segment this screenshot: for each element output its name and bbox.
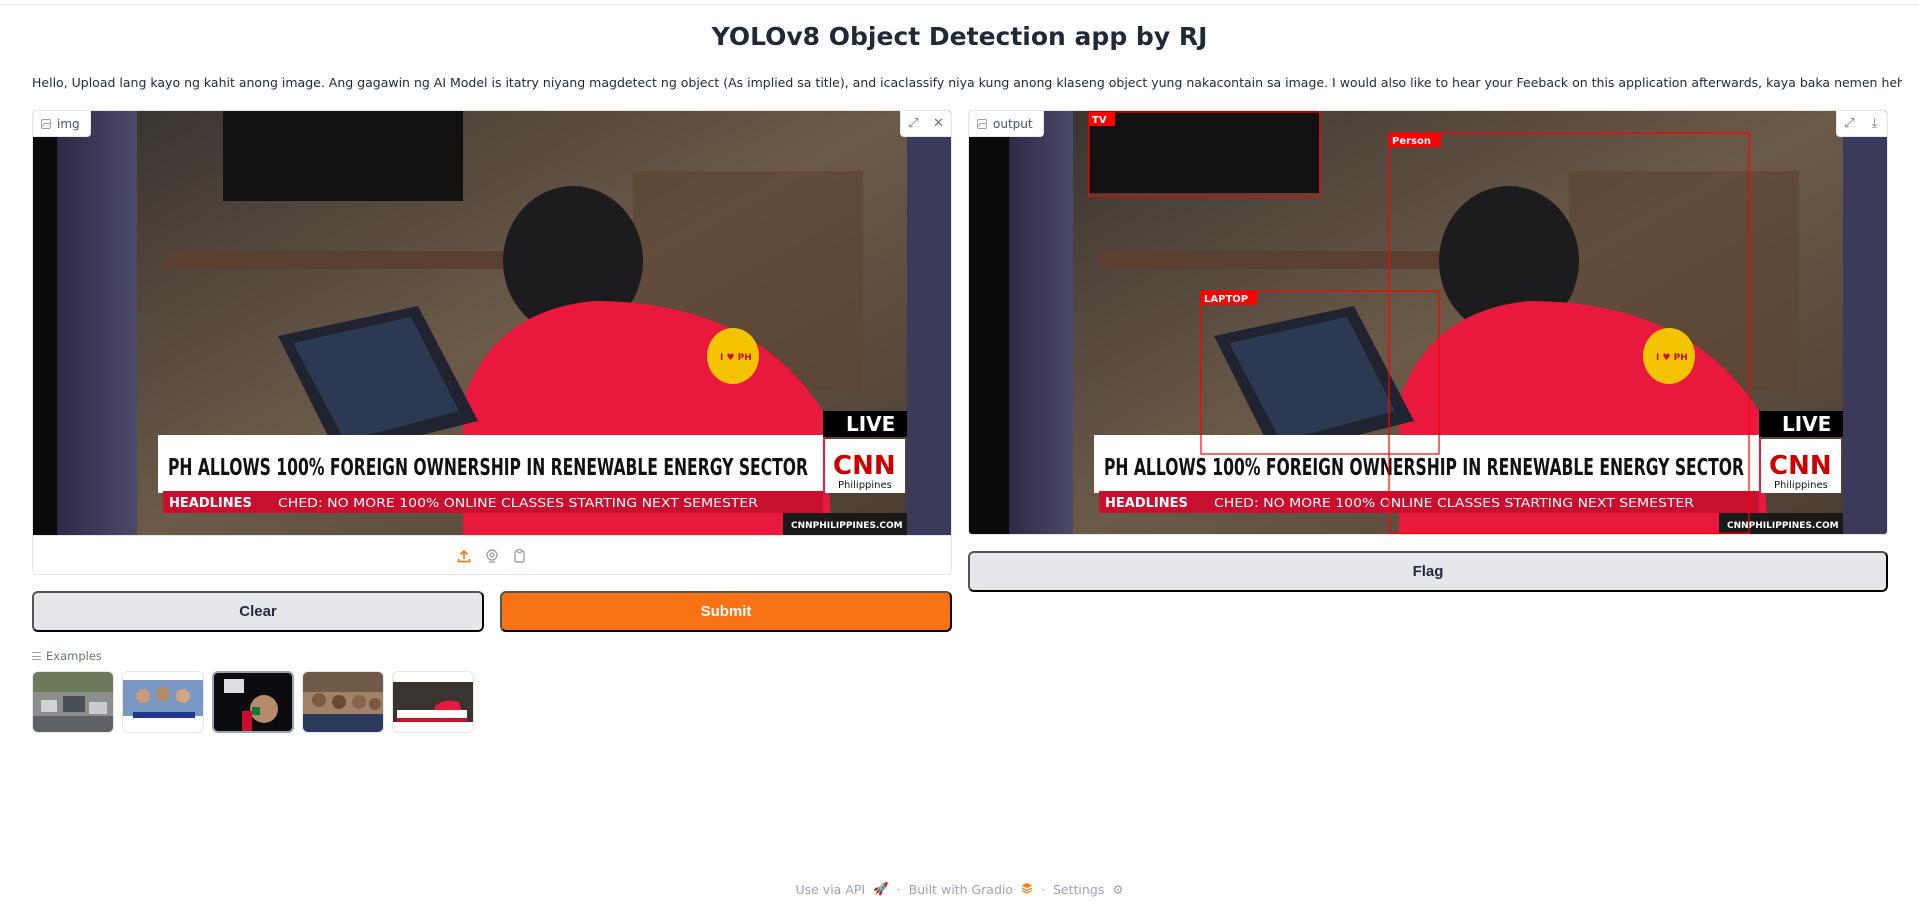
- input-label: img: [33, 111, 91, 137]
- svg-text:Person: Person: [1392, 136, 1431, 147]
- cnn-logo-text: CNN: [1769, 451, 1832, 481]
- svg-text:LAPTOP: LAPTOP: [1204, 294, 1248, 305]
- submit-button[interactable]: Submit: [500, 591, 952, 632]
- brand-sub-text: Philippines: [1774, 480, 1828, 491]
- example-thumbnail[interactable]: [32, 671, 114, 733]
- brand-sub-text: Philippines: [838, 480, 892, 491]
- app-description: Hello, Upload lang kayo ng kahit anong i…: [32, 75, 1902, 90]
- page-title: YOLOv8 Object Detection app by RJ: [711, 22, 1208, 51]
- output-label: output: [969, 111, 1044, 137]
- api-link[interactable]: Use via API: [795, 882, 865, 897]
- list-icon: [32, 652, 41, 660]
- ticker-tag-text: HEADLINES: [169, 496, 252, 511]
- rocket-icon: 🚀: [873, 881, 889, 896]
- gear-icon: ⚙: [1112, 881, 1124, 897]
- top-divider: [0, 4, 1919, 5]
- output-image-panel: LIVE PH ALLOWS 100% FOREIGN OWNERSHIP IN…: [968, 110, 1888, 535]
- output-image: LIVE PH ALLOWS 100% FOREIGN OWNERSHIP IN…: [969, 111, 1887, 534]
- examples-header: Examples: [32, 649, 102, 663]
- fullscreen-icon[interactable]: ⤢: [901, 111, 926, 136]
- source-selector: [33, 535, 951, 574]
- live-badge-text: LIVE: [846, 412, 895, 436]
- upload-icon[interactable]: [455, 547, 473, 565]
- examples-gallery: [32, 671, 474, 733]
- example-thumbnail[interactable]: [302, 671, 384, 733]
- input-toolbar: ⤢ ✕: [900, 111, 951, 137]
- example-thumbnail[interactable]: [122, 671, 204, 733]
- example-thumbnail-selected[interactable]: [212, 671, 294, 733]
- headline-text: PH ALLOWS 100% FOREIGN OWNERSHIP IN RENE…: [168, 455, 808, 481]
- input-image-panel[interactable]: LIVE PH ALLOWS 100% FOREIGN OWNERSHIP IN…: [32, 110, 952, 575]
- image-icon: [977, 118, 987, 129]
- badge-text: I ♥ PH: [1656, 353, 1688, 363]
- example-thumbnail[interactable]: [392, 671, 474, 733]
- badge-text: I ♥ PH: [720, 353, 752, 363]
- output-toolbar: ⤢ ⤓: [1836, 111, 1887, 137]
- close-icon[interactable]: ✕: [926, 111, 951, 136]
- fullscreen-icon[interactable]: ⤢: [1837, 111, 1862, 136]
- clipboard-icon[interactable]: [511, 547, 529, 565]
- live-badge-text: LIVE: [1782, 412, 1831, 436]
- site-text: CNNPHILIPPINES.COM: [791, 521, 903, 531]
- svg-text:TV: TV: [1092, 115, 1107, 126]
- news-frame-input: LIVE PH ALLOWS 100% FOREIGN OWNERSHIP IN…: [33, 111, 951, 535]
- download-icon[interactable]: ⤓: [1862, 111, 1887, 136]
- gradio-link[interactable]: Built with Gradio: [909, 882, 1013, 897]
- ticker-tag-text: HEADLINES: [1105, 496, 1188, 511]
- cnn-logo-text: CNN: [833, 451, 896, 481]
- site-text: CNNPHILIPPINES.COM: [1727, 521, 1839, 531]
- news-frame-output: LIVE PH ALLOWS 100% FOREIGN OWNERSHIP IN…: [969, 111, 1887, 534]
- ticker-text: CHED: NO MORE 100% ONLINE CLASSES STARTI…: [278, 495, 758, 510]
- webcam-icon[interactable]: [483, 547, 501, 565]
- input-image[interactable]: LIVE PH ALLOWS 100% FOREIGN OWNERSHIP IN…: [33, 111, 951, 535]
- gradio-logo-icon: [1021, 882, 1033, 897]
- flag-button[interactable]: Flag: [968, 551, 1888, 592]
- settings-link[interactable]: Settings: [1053, 882, 1104, 897]
- headline-text: PH ALLOWS 100% FOREIGN OWNERSHIP IN RENE…: [1104, 455, 1744, 481]
- image-icon: [41, 118, 51, 129]
- footer: Use via API 🚀 · Built with Gradio · Sett…: [795, 881, 1124, 897]
- ticker-text: CHED: NO MORE 100% ONLINE CLASSES STARTI…: [1214, 495, 1694, 510]
- clear-button[interactable]: Clear: [32, 591, 484, 632]
